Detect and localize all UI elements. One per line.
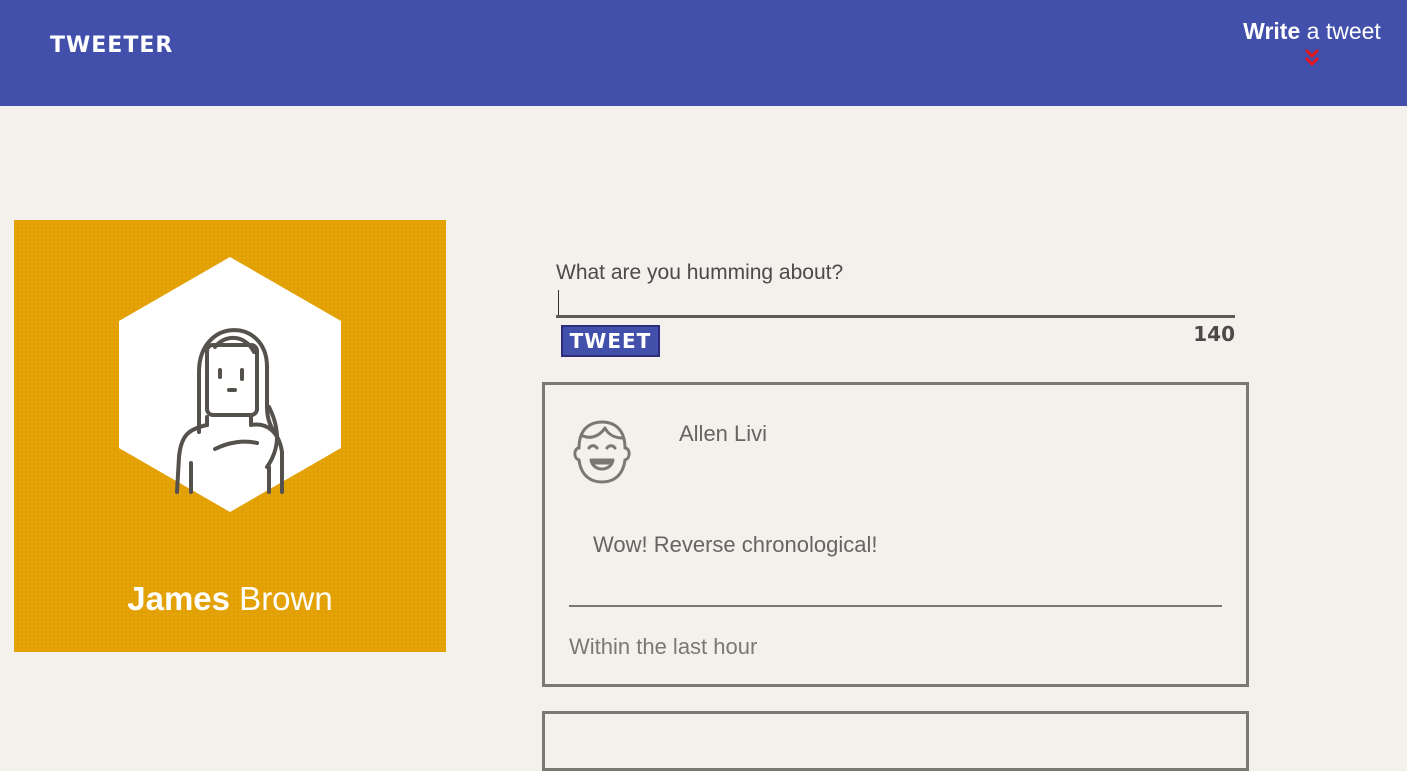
profile-card: James Brown — [14, 220, 446, 652]
character-counter: 140 — [1193, 322, 1235, 346]
tweet-card: Allen Livi Wow! Reverse chronological! W… — [542, 382, 1249, 687]
profile-first-name: James — [127, 580, 231, 617]
write-tweet-strong: Write — [1243, 18, 1301, 44]
tweet-divider — [569, 605, 1222, 607]
double-chevron-down-icon — [1304, 48, 1320, 67]
composer-label: What are you humming about? — [556, 261, 844, 284]
tweet-submit-button[interactable]: TWEET — [561, 325, 660, 357]
top-navbar: TWEETER Write a tweet — [0, 0, 1407, 106]
tweet-card — [542, 711, 1249, 771]
woman-avatar-icon — [119, 257, 341, 512]
brand-logo[interactable]: TWEETER — [50, 33, 173, 58]
tweet-author[interactable]: Allen Livi — [679, 421, 767, 447]
write-tweet-toggle[interactable]: Write a tweet — [1242, 18, 1382, 67]
profile-last-name: Brown — [230, 580, 333, 617]
tweet-input[interactable] — [556, 289, 1235, 318]
tweet-text: Wow! Reverse chronological! — [593, 532, 878, 557]
tweet-timestamp: Within the last hour — [569, 634, 758, 659]
smiling-boy-avatar-icon — [573, 420, 631, 484]
text-caret — [558, 290, 559, 315]
profile-name: James Brown — [14, 580, 446, 618]
write-tweet-light: a tweet — [1300, 18, 1381, 44]
tweet-composer: What are you humming about? TWEET 140 — [556, 258, 1236, 357]
